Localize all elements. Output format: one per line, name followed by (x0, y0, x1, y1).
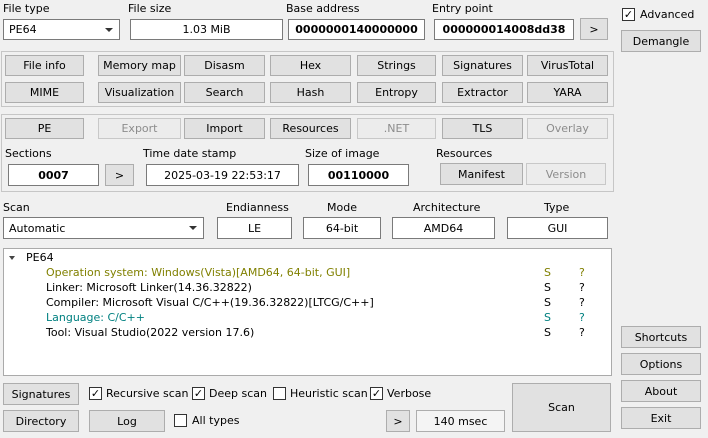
pe-button[interactable]: PE (5, 118, 84, 139)
check-icon: ✓ (623, 8, 634, 21)
about-button[interactable]: About (621, 380, 701, 402)
search-button[interactable]: Search (184, 82, 265, 103)
verbose-label: Verbose (387, 387, 432, 400)
base-address-field: 0000000140000000 (288, 19, 425, 40)
tree-item[interactable]: Language: C/C++ (46, 310, 145, 325)
file-type-select[interactable]: PE64 (3, 19, 120, 40)
export-button[interactable]: Export (98, 118, 181, 139)
tree-item[interactable]: Operation system: Windows(Vista)[AMD64, … (46, 265, 350, 280)
base-address-label: Base address (286, 2, 360, 15)
endianness-label: Endianness (226, 201, 289, 214)
options-button[interactable]: Options (621, 353, 701, 375)
manifest-button[interactable]: Manifest (440, 163, 523, 185)
file-size-field: 1.03 MiB (130, 19, 283, 40)
resources-button[interactable]: Resources (270, 118, 351, 139)
all-types-label: All types (192, 414, 240, 427)
advanced-checkbox[interactable]: ✓ (622, 8, 635, 21)
tree-item-info-icon[interactable]: ? (579, 325, 585, 340)
yara-button[interactable]: YARA (527, 82, 608, 103)
shortcuts-button[interactable]: Shortcuts (621, 326, 701, 348)
size-of-image-label: Size of image (305, 147, 380, 160)
hash-button[interactable]: Hash (270, 82, 351, 103)
tree-item-info-icon[interactable]: ? (579, 310, 585, 325)
mode-field: 64-bit (303, 217, 381, 239)
check-icon: ✓ (371, 387, 382, 400)
tree-item[interactable]: Tool: Visual Studio(2022 version 17.6) (46, 325, 254, 340)
signatures-button[interactable]: Signatures (3, 383, 79, 405)
entry-point-field: 000000014008dd38 (434, 19, 574, 40)
tree-root-pe64[interactable]: PE64 (26, 250, 54, 265)
all-types-checkbox[interactable] (174, 414, 187, 427)
entry-point-label: Entry point (432, 2, 493, 15)
directory-button[interactable]: Directory (3, 410, 79, 432)
go-button[interactable]: > (386, 410, 410, 432)
file-info-button[interactable]: File info (5, 55, 84, 76)
mode-label: Mode (327, 201, 357, 214)
size-of-image-field: 00110000 (308, 164, 409, 186)
mime-button[interactable]: MIME (5, 82, 84, 103)
strings-button[interactable]: Strings (357, 55, 436, 76)
tree-item[interactable]: Compiler: Microsoft Visual C/C++(19.36.3… (46, 295, 374, 310)
heuristic-scan-label: Heuristic scan (290, 387, 368, 400)
resources-label: Resources (436, 147, 493, 160)
architecture-field: AMD64 (392, 217, 495, 239)
tree-item-flag: S (544, 311, 551, 324)
advanced-label: Advanced (640, 8, 695, 21)
timestamp-field: 2025-03-19 22:53:17 (146, 164, 299, 186)
scan-label: Scan (3, 201, 30, 214)
file-type-label: File type (3, 2, 50, 15)
entropy-button[interactable]: Entropy (357, 82, 436, 103)
scan-mode-value: Automatic (9, 221, 66, 235)
memory-map-button[interactable]: Memory map (98, 55, 181, 76)
net-button[interactable]: .NET (357, 118, 436, 139)
endianness-field: LE (217, 217, 292, 239)
check-icon: ✓ (90, 387, 101, 400)
entry-point-go-button[interactable]: > (580, 18, 608, 40)
file-size-label: File size (128, 2, 172, 15)
file-type-value: PE64 (9, 23, 37, 36)
tree-item-flag: S (544, 296, 551, 309)
tree-item-flag: S (544, 326, 551, 339)
deep-scan-checkbox[interactable]: ✓ (192, 387, 205, 400)
virustotal-button[interactable]: VirusTotal (527, 55, 608, 76)
tls-button[interactable]: TLS (442, 118, 523, 139)
deep-scan-label: Deep scan (209, 387, 267, 400)
heuristic-scan-checkbox[interactable] (273, 387, 286, 400)
architecture-label: Architecture (413, 201, 481, 214)
sections-field: 0007 (8, 164, 99, 186)
tree-expand-icon[interactable] (9, 250, 15, 265)
import-button[interactable]: Import (184, 118, 265, 139)
check-icon: ✓ (193, 387, 204, 400)
recursive-scan-label: Recursive scan (106, 387, 189, 400)
tree-item-info-icon[interactable]: ? (579, 280, 585, 295)
exit-button[interactable]: Exit (621, 407, 701, 429)
demangle-button[interactable]: Demangle (621, 30, 701, 52)
timestamp-label: Time date stamp (143, 147, 237, 160)
chevron-down-icon (105, 27, 113, 32)
scan-mode-select[interactable]: Automatic (3, 217, 204, 239)
chevron-down-icon (189, 226, 197, 230)
signatures-button[interactable]: Signatures (442, 55, 523, 76)
sections-label: Sections (5, 147, 52, 160)
recursive-scan-checkbox[interactable]: ✓ (89, 387, 102, 400)
tree-item-flag: S (544, 266, 551, 279)
tree-item-info-icon[interactable]: ? (579, 265, 585, 280)
verbose-checkbox[interactable]: ✓ (370, 387, 383, 400)
type-field: GUI (507, 217, 608, 239)
results-tree[interactable]: PE64 Operation system: Windows(Vista)[AM… (3, 248, 612, 376)
visualization-button[interactable]: Visualization (98, 82, 181, 103)
extractor-button[interactable]: Extractor (442, 82, 523, 103)
overlay-button[interactable]: Overlay (527, 118, 608, 139)
scan-button[interactable]: Scan (512, 383, 611, 432)
log-button[interactable]: Log (89, 410, 165, 432)
tree-item-info-icon[interactable]: ? (579, 295, 585, 310)
tree-item-flag: S (544, 281, 551, 294)
disasm-button[interactable]: Disasm (184, 55, 265, 76)
type-label: Type (544, 201, 570, 214)
version-button[interactable]: Version (526, 163, 606, 185)
sections-go-button[interactable]: > (105, 164, 134, 186)
tree-item[interactable]: Linker: Microsoft Linker(14.36.32822) (46, 280, 252, 295)
scan-time-field: 140 msec (416, 410, 505, 432)
hex-button[interactable]: Hex (270, 55, 351, 76)
